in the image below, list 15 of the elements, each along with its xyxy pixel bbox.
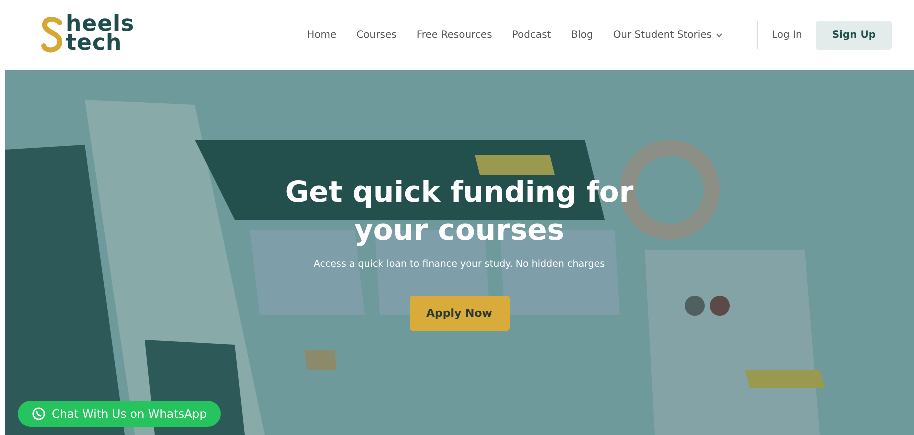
nav-link[interactable]: Courses bbox=[346, 30, 407, 40]
nav-link[interactable]: Home bbox=[297, 30, 347, 40]
nav-link[interactable]: Podcast bbox=[502, 30, 562, 40]
login-link[interactable]: Log In bbox=[772, 30, 802, 40]
apply-button[interactable]: Apply Now bbox=[410, 296, 510, 332]
nav-link[interactable]: Blog bbox=[561, 30, 604, 40]
nav-link[interactable]: Free Resources bbox=[406, 30, 502, 40]
caret-icon bbox=[716, 32, 723, 38]
hero-title: Get quick funding for your courses bbox=[284, 174, 635, 249]
logo[interactable]: heels tech bbox=[40, 15, 135, 55]
signup-button[interactable]: Sign Up bbox=[816, 20, 892, 50]
nav-link[interactable]: Our Student Stories bbox=[603, 30, 733, 40]
logo-text: tech bbox=[66, 35, 122, 54]
hero-subtitle: Access a quick loan to finance your study. No hidden charges bbox=[314, 259, 606, 270]
whatsapp-icon bbox=[32, 407, 46, 421]
